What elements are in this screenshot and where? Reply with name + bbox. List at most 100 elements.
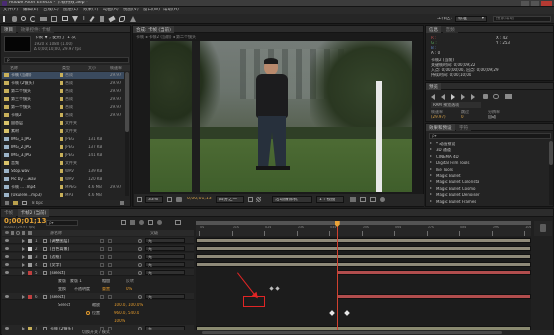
fx-switch-icon[interactable] bbox=[108, 263, 112, 267]
expand-triangle-icon[interactable]: ▸ bbox=[430, 141, 432, 145]
tab-timeline-current[interactable]: 卡帧2 (当前) bbox=[17, 209, 50, 217]
comp-flowchart-icon[interactable] bbox=[121, 220, 126, 225]
clone-tool-icon[interactable] bbox=[100, 16, 104, 22]
project-scrollbar-thumb[interactable] bbox=[125, 72, 129, 132]
ram-preview-icon[interactable] bbox=[505, 94, 512, 99]
project-item[interactable]: IMG_2.JPG JPEG 137 KB bbox=[2, 144, 124, 151]
layer-name[interactable]: [调整图层] bbox=[50, 239, 69, 243]
layer-label-color[interactable] bbox=[28, 247, 32, 251]
parent-select[interactable]: 无 bbox=[145, 238, 185, 243]
opacity-percent[interactable]: 100% bbox=[114, 319, 125, 323]
column-name[interactable]: 名称 bbox=[10, 66, 18, 70]
loop-icon[interactable] bbox=[493, 94, 499, 99]
menu-layer[interactable]: 图层(L) bbox=[63, 8, 78, 13]
zoom-slider-knob[interactable] bbox=[540, 224, 546, 232]
transform-reset[interactable]: 重置 bbox=[102, 287, 110, 291]
tab-composition[interactable]: 合成: 卡帧 (当前) bbox=[133, 26, 174, 33]
roto-brush-tool-icon[interactable] bbox=[119, 16, 125, 22]
video-eye-icon[interactable] bbox=[5, 255, 9, 258]
always-preview-icon[interactable] bbox=[137, 197, 142, 202]
audio-toggle-icon[interactable] bbox=[483, 94, 488, 99]
effects-search-input[interactable]: ρ▾ bbox=[429, 133, 551, 139]
video-eye-icon[interactable] bbox=[5, 231, 9, 234]
toggle-switches-modes[interactable]: 切换开关 / 模式 bbox=[82, 330, 110, 334]
resolution-preview-value[interactable]: 自动 bbox=[488, 115, 496, 119]
interpret-footage-icon[interactable] bbox=[5, 201, 9, 205]
layer-label-color[interactable] bbox=[28, 271, 32, 275]
fx-switch-icon[interactable] bbox=[108, 239, 112, 243]
tab-character[interactable]: 字符 bbox=[456, 124, 472, 131]
zoom-select[interactable]: 33% bbox=[145, 196, 163, 203]
snapshot-icon[interactable] bbox=[176, 197, 182, 202]
grid-toggle-icon[interactable] bbox=[167, 197, 172, 202]
project-item[interactable]: Stop.wav WAV 139 KB bbox=[2, 168, 124, 175]
graph-editor-icon[interactable] bbox=[175, 220, 181, 225]
ram-preview-options[interactable]: RAM 预览选项 bbox=[431, 102, 481, 108]
effects-scrollbar-thumb[interactable] bbox=[549, 141, 553, 165]
column-parent[interactable]: 父级 bbox=[150, 231, 158, 235]
time-ruler[interactable]: 0s 01s 02s 03s 04s 05s 06s 07s 08s 09s 10s bbox=[196, 221, 531, 236]
layer-duration-bar[interactable] bbox=[196, 254, 531, 259]
project-item[interactable]: Pic by ...wav WAV 120 KB bbox=[2, 176, 124, 183]
video-eye-icon[interactable] bbox=[5, 295, 9, 298]
expand-triangle-icon[interactable]: ▸ bbox=[430, 167, 432, 171]
motion-blur-icon[interactable] bbox=[157, 220, 162, 225]
expand-triangle-icon[interactable] bbox=[22, 247, 25, 251]
project-item[interactable]: 音频 文件夹 bbox=[2, 160, 124, 167]
keyframe-diamond[interactable] bbox=[344, 310, 350, 316]
expand-triangle-icon[interactable] bbox=[22, 239, 25, 243]
effects-category[interactable]: ▸ Magic Bullet bbox=[429, 173, 547, 179]
shy-switch-icon[interactable] bbox=[100, 239, 104, 243]
stopwatch-icon[interactable] bbox=[86, 311, 90, 315]
layer-row[interactable]: 4 [文字] 无 bbox=[2, 261, 194, 268]
shy-switch-icon[interactable] bbox=[100, 247, 104, 251]
bit-depth-label[interactable]: 8 bpc bbox=[32, 201, 43, 205]
expand-triangle-icon[interactable]: ▸ bbox=[430, 192, 432, 196]
tab-project[interactable]: 项目 bbox=[1, 26, 16, 33]
flowchart-icon[interactable] bbox=[370, 197, 376, 202]
project-item[interactable]: 固态层 文件夹 bbox=[2, 120, 124, 127]
viewer-breadcrumb[interactable]: 卡帧 ◂ 卡帧2 (当前) ◂ 第二个镜头 bbox=[136, 35, 196, 39]
expand-triangle-icon[interactable]: ▸ bbox=[430, 186, 432, 190]
tab-preview[interactable]: 预览 bbox=[426, 83, 441, 90]
expand-triangle-icon[interactable]: ▸ bbox=[430, 173, 432, 177]
region-of-interest-icon[interactable] bbox=[248, 197, 253, 202]
layer-row[interactable]: 5 [select] 无 bbox=[2, 269, 194, 276]
parent-select[interactable]: 无 bbox=[145, 246, 185, 251]
layer-row[interactable]: 1 [调整图层] 无 bbox=[2, 237, 194, 244]
menu-help[interactable]: 帮助(H) bbox=[163, 8, 179, 13]
camera-tool-icon[interactable] bbox=[40, 17, 47, 21]
position-value[interactable]: 960.0, 540.0 bbox=[114, 311, 139, 315]
next-frame-icon[interactable] bbox=[461, 94, 465, 100]
layer-row[interactable]: 2 [白色背景] 无 bbox=[2, 245, 194, 252]
fx-switch-icon[interactable] bbox=[108, 271, 112, 275]
menu-composition[interactable]: 合成(C) bbox=[43, 8, 59, 13]
column-size[interactable]: 大小 bbox=[88, 66, 96, 70]
project-item[interactable]: IMG_3.JPG JPEG 141 KB bbox=[2, 152, 124, 159]
shy-switch-icon[interactable] bbox=[100, 295, 104, 299]
menu-animation[interactable]: 动画(A) bbox=[103, 8, 119, 13]
tab-effects-presets[interactable]: 效果和预设 bbox=[426, 124, 455, 131]
puppet-tool-icon[interactable] bbox=[130, 16, 136, 22]
resolution-select[interactable]: 四分之一 bbox=[216, 196, 244, 203]
parent-select[interactable]: 无 bbox=[145, 262, 185, 267]
timeline-toggle-icon[interactable] bbox=[360, 197, 366, 202]
frame-rate-value[interactable]: (29.97) bbox=[431, 115, 446, 119]
layer-duration-bar[interactable] bbox=[336, 270, 531, 275]
work-area-bar[interactable] bbox=[196, 221, 531, 225]
keyframe-diamond[interactable] bbox=[269, 286, 274, 291]
expand-triangle-icon[interactable]: ▸ bbox=[430, 199, 432, 203]
column-framerate[interactable]: 帧速率 bbox=[110, 66, 122, 70]
parent-select[interactable]: 无 bbox=[145, 270, 185, 275]
opacity-row[interactable]: 100% bbox=[2, 317, 194, 324]
fx-switch-icon[interactable] bbox=[108, 247, 112, 251]
parent-pickwhip-icon[interactable] bbox=[138, 255, 142, 259]
expand-triangle-icon[interactable]: ▸ bbox=[430, 154, 432, 158]
menu-window[interactable]: 窗口(W) bbox=[143, 8, 160, 13]
effects-scrollbar[interactable] bbox=[549, 141, 553, 205]
new-folder-icon[interactable] bbox=[13, 201, 18, 205]
project-item[interactable]: 第一个镜头 合成 29.97 bbox=[2, 104, 124, 111]
tab-effect-controls[interactable]: 效果控件: 卡帧 bbox=[17, 26, 54, 33]
parent-pickwhip-icon[interactable] bbox=[138, 271, 142, 275]
hand-tool-icon[interactable] bbox=[12, 16, 17, 22]
